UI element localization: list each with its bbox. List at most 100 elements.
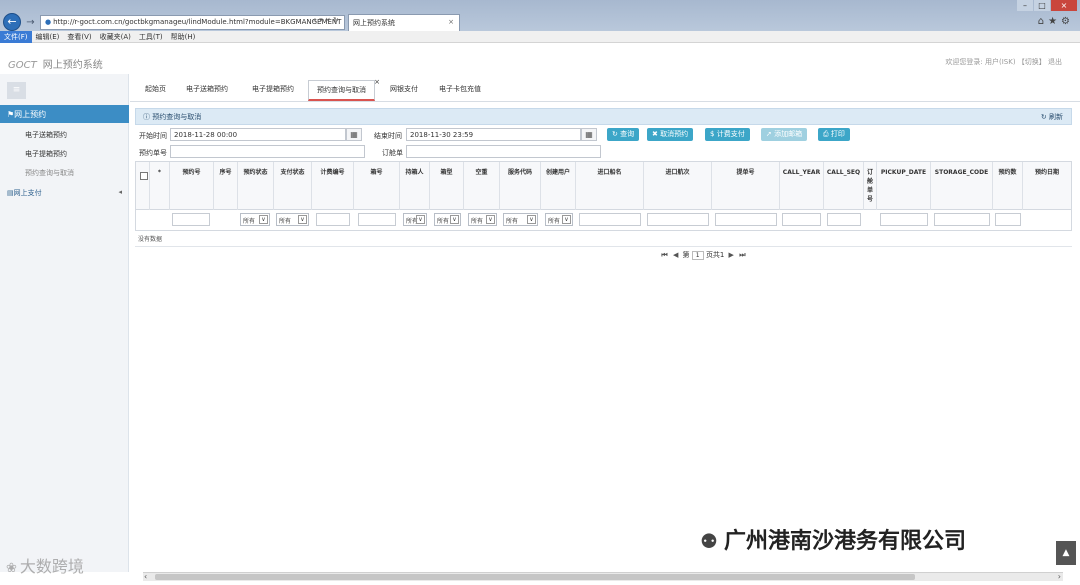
filter-call-year[interactable]: [782, 213, 821, 226]
menu-item-edit[interactable]: 编辑(E): [32, 31, 64, 43]
filter-label: 所有: [243, 218, 256, 225]
sidebar-item-online-payment[interactable]: ▤网上支付 ◂: [7, 188, 122, 198]
window-close-icon[interactable]: ×: [1051, 0, 1077, 11]
user-info[interactable]: 欢迎您登录: 用户(ISK) 【切换】 退出: [945, 57, 1062, 67]
grid-col-storage-code[interactable]: STORAGE_CODE: [931, 162, 993, 210]
minimize-icon[interactable]: –: [1017, 0, 1033, 11]
filter-pickup-date[interactable]: [880, 213, 928, 226]
filter-booking-status[interactable]: 所有 ∨: [240, 213, 270, 226]
scroll-left-icon[interactable]: ‹: [144, 572, 147, 581]
grid-col-holder[interactable]: 持箱人: [400, 162, 430, 210]
menu-item-tools[interactable]: 工具(T): [135, 31, 167, 43]
sidebar-item-booking-query[interactable]: 预约查询与取消: [25, 168, 74, 178]
refresh-button[interactable]: ↻ 刷新: [1041, 112, 1063, 122]
filter-empty-full[interactable]: 所有 ∨: [468, 213, 497, 226]
tab-delivery[interactable]: 电子送箱预约: [186, 84, 228, 94]
first-page-icon[interactable]: ⏮: [660, 251, 669, 260]
filter-bl-no[interactable]: [715, 213, 777, 226]
grid-col-booking-count[interactable]: 预约数: [993, 162, 1023, 210]
filter-billing-no[interactable]: [316, 213, 350, 226]
chevron-down-icon: ∨: [259, 215, 268, 224]
cancel-booking-button[interactable]: ✖ 取消预约: [647, 128, 694, 141]
scroll-top-button[interactable]: ▲: [1056, 541, 1076, 565]
grid-col-call-year[interactable]: CALL_YEAR: [780, 162, 824, 210]
maximize-icon[interactable]: □: [1034, 0, 1050, 11]
tab-booking-query[interactable]: 预约查询与取消 ×: [308, 78, 380, 101]
search-button[interactable]: ↻ 查询: [607, 128, 640, 141]
filter-vessel[interactable]: [579, 213, 641, 226]
billing-pay-button[interactable]: $ 计费支付: [705, 128, 750, 141]
filter-type[interactable]: 所有 ∨: [434, 213, 461, 226]
print-button[interactable]: ⎙ 打印: [818, 128, 850, 141]
calendar-icon[interactable]: ▦: [581, 128, 597, 141]
filter-label: 所有: [506, 218, 519, 225]
scroll-right-icon[interactable]: ›: [1058, 572, 1061, 581]
filter-container-no[interactable]: [358, 213, 396, 226]
search-button-label: 查询: [620, 130, 635, 138]
prev-page-icon[interactable]: ◀: [671, 251, 680, 259]
grid-col-seq[interactable]: 序号: [214, 162, 238, 210]
cancel-booking-label: 取消预约: [660, 130, 689, 138]
next-page-icon[interactable]: ▶: [727, 251, 736, 259]
grid-col-type[interactable]: 箱型: [430, 162, 464, 210]
grid-col-billing-no[interactable]: 计费编号: [312, 162, 354, 210]
filter-voyage[interactable]: [647, 213, 709, 226]
grid-col-pay-status[interactable]: 支付状态: [274, 162, 312, 210]
add-email-button[interactable]: ➚ 添加邮箱: [761, 128, 808, 141]
grid-col-service-code[interactable]: 服务代码: [500, 162, 541, 210]
panel-header: ⓘ 预约查询与取消 ↻ 刷新: [135, 108, 1072, 125]
filter-pay-status[interactable]: 所有 ∨: [276, 213, 309, 226]
grid-col-booking-no[interactable]: 预约号: [170, 162, 214, 210]
tab-card-recharge[interactable]: 电子卡包充值: [439, 84, 481, 94]
last-page-icon[interactable]: ⏭: [738, 251, 747, 260]
sidebar-item-container-pickup[interactable]: 电子提箱预约: [25, 149, 67, 159]
grid-col-pickup-date[interactable]: PICKUP_DATE: [877, 162, 931, 210]
address-bar[interactable]: ● http://r-goct.com.cn/goctbkgmanageu/lin…: [40, 15, 345, 30]
grid-col-voyage[interactable]: 进口航次: [644, 162, 712, 210]
close-icon[interactable]: ×: [374, 78, 380, 86]
horizontal-scrollbar[interactable]: ‹ ›: [143, 572, 1063, 581]
grid-col-order-no[interactable]: 订舱单号: [864, 162, 877, 210]
order-no-input[interactable]: [406, 145, 601, 158]
filter-call-seq[interactable]: [827, 213, 861, 226]
filter-service-code[interactable]: 所有 ∨: [503, 213, 538, 226]
menu-item-file[interactable]: 文件(F): [0, 31, 32, 43]
sidebar-item-container-delivery[interactable]: 电子送箱预约: [25, 130, 67, 140]
select-all-checkbox[interactable]: [140, 172, 148, 180]
filter-booking-count[interactable]: [995, 213, 1021, 226]
filter-creator[interactable]: 所有 ∨: [545, 213, 573, 226]
sidebar-primary-label: 网上预约: [14, 110, 47, 119]
menu-item-view[interactable]: 查看(V): [63, 31, 95, 43]
grid-col-star: *: [150, 162, 170, 210]
menu-toggle-icon[interactable]: ≡: [7, 82, 26, 99]
end-time-input[interactable]: 2018-11-30 23:59: [406, 128, 581, 141]
page-input[interactable]: 1: [691, 250, 704, 260]
grid-col-creator[interactable]: 创建用户: [541, 162, 576, 210]
filter-booking-no[interactable]: [172, 213, 210, 226]
grid-col-booking-status[interactable]: 预约状态: [238, 162, 274, 210]
menu-item-help[interactable]: 帮助(H): [167, 31, 200, 43]
browser-tab[interactable]: 网上预约系统 ×: [348, 14, 460, 31]
booking-no-input[interactable]: [170, 145, 365, 158]
forward-icon[interactable]: →: [24, 16, 37, 29]
tab-pickup[interactable]: 电子提箱预约: [252, 84, 294, 94]
scroll-thumb[interactable]: [155, 574, 915, 580]
grid-col-vessel[interactable]: 进口船名: [576, 162, 644, 210]
filter-holder[interactable]: 所有 ∨: [403, 213, 427, 226]
grid-col-call-seq[interactable]: CALL_SEQ: [824, 162, 864, 210]
home-star-gear-icon[interactable]: ⌂★⚙: [1038, 16, 1074, 27]
grid-col-container-no[interactable]: 箱号: [354, 162, 400, 210]
back-icon[interactable]: ←: [3, 13, 21, 31]
grid-col-booking-date[interactable]: 预约日期: [1023, 162, 1071, 210]
grid-col-empty-full[interactable]: 空重: [464, 162, 500, 210]
filter-storage-code[interactable]: [934, 213, 990, 226]
close-icon[interactable]: ×: [448, 18, 454, 26]
address-tools[interactable]: ⌕ ▾ × ↻: [313, 16, 339, 25]
grid-col-bl-no[interactable]: 提单号: [712, 162, 780, 210]
calendar-icon[interactable]: ▦: [346, 128, 362, 141]
start-time-input[interactable]: 2018-11-28 00:00: [170, 128, 346, 141]
tab-home[interactable]: 起始页: [145, 84, 166, 94]
menu-item-favorites[interactable]: 收藏夹(A): [96, 31, 135, 43]
tab-bank-payment[interactable]: 网银支付: [390, 84, 418, 94]
sidebar-item-online-booking[interactable]: ⚑网上预约: [0, 105, 129, 123]
